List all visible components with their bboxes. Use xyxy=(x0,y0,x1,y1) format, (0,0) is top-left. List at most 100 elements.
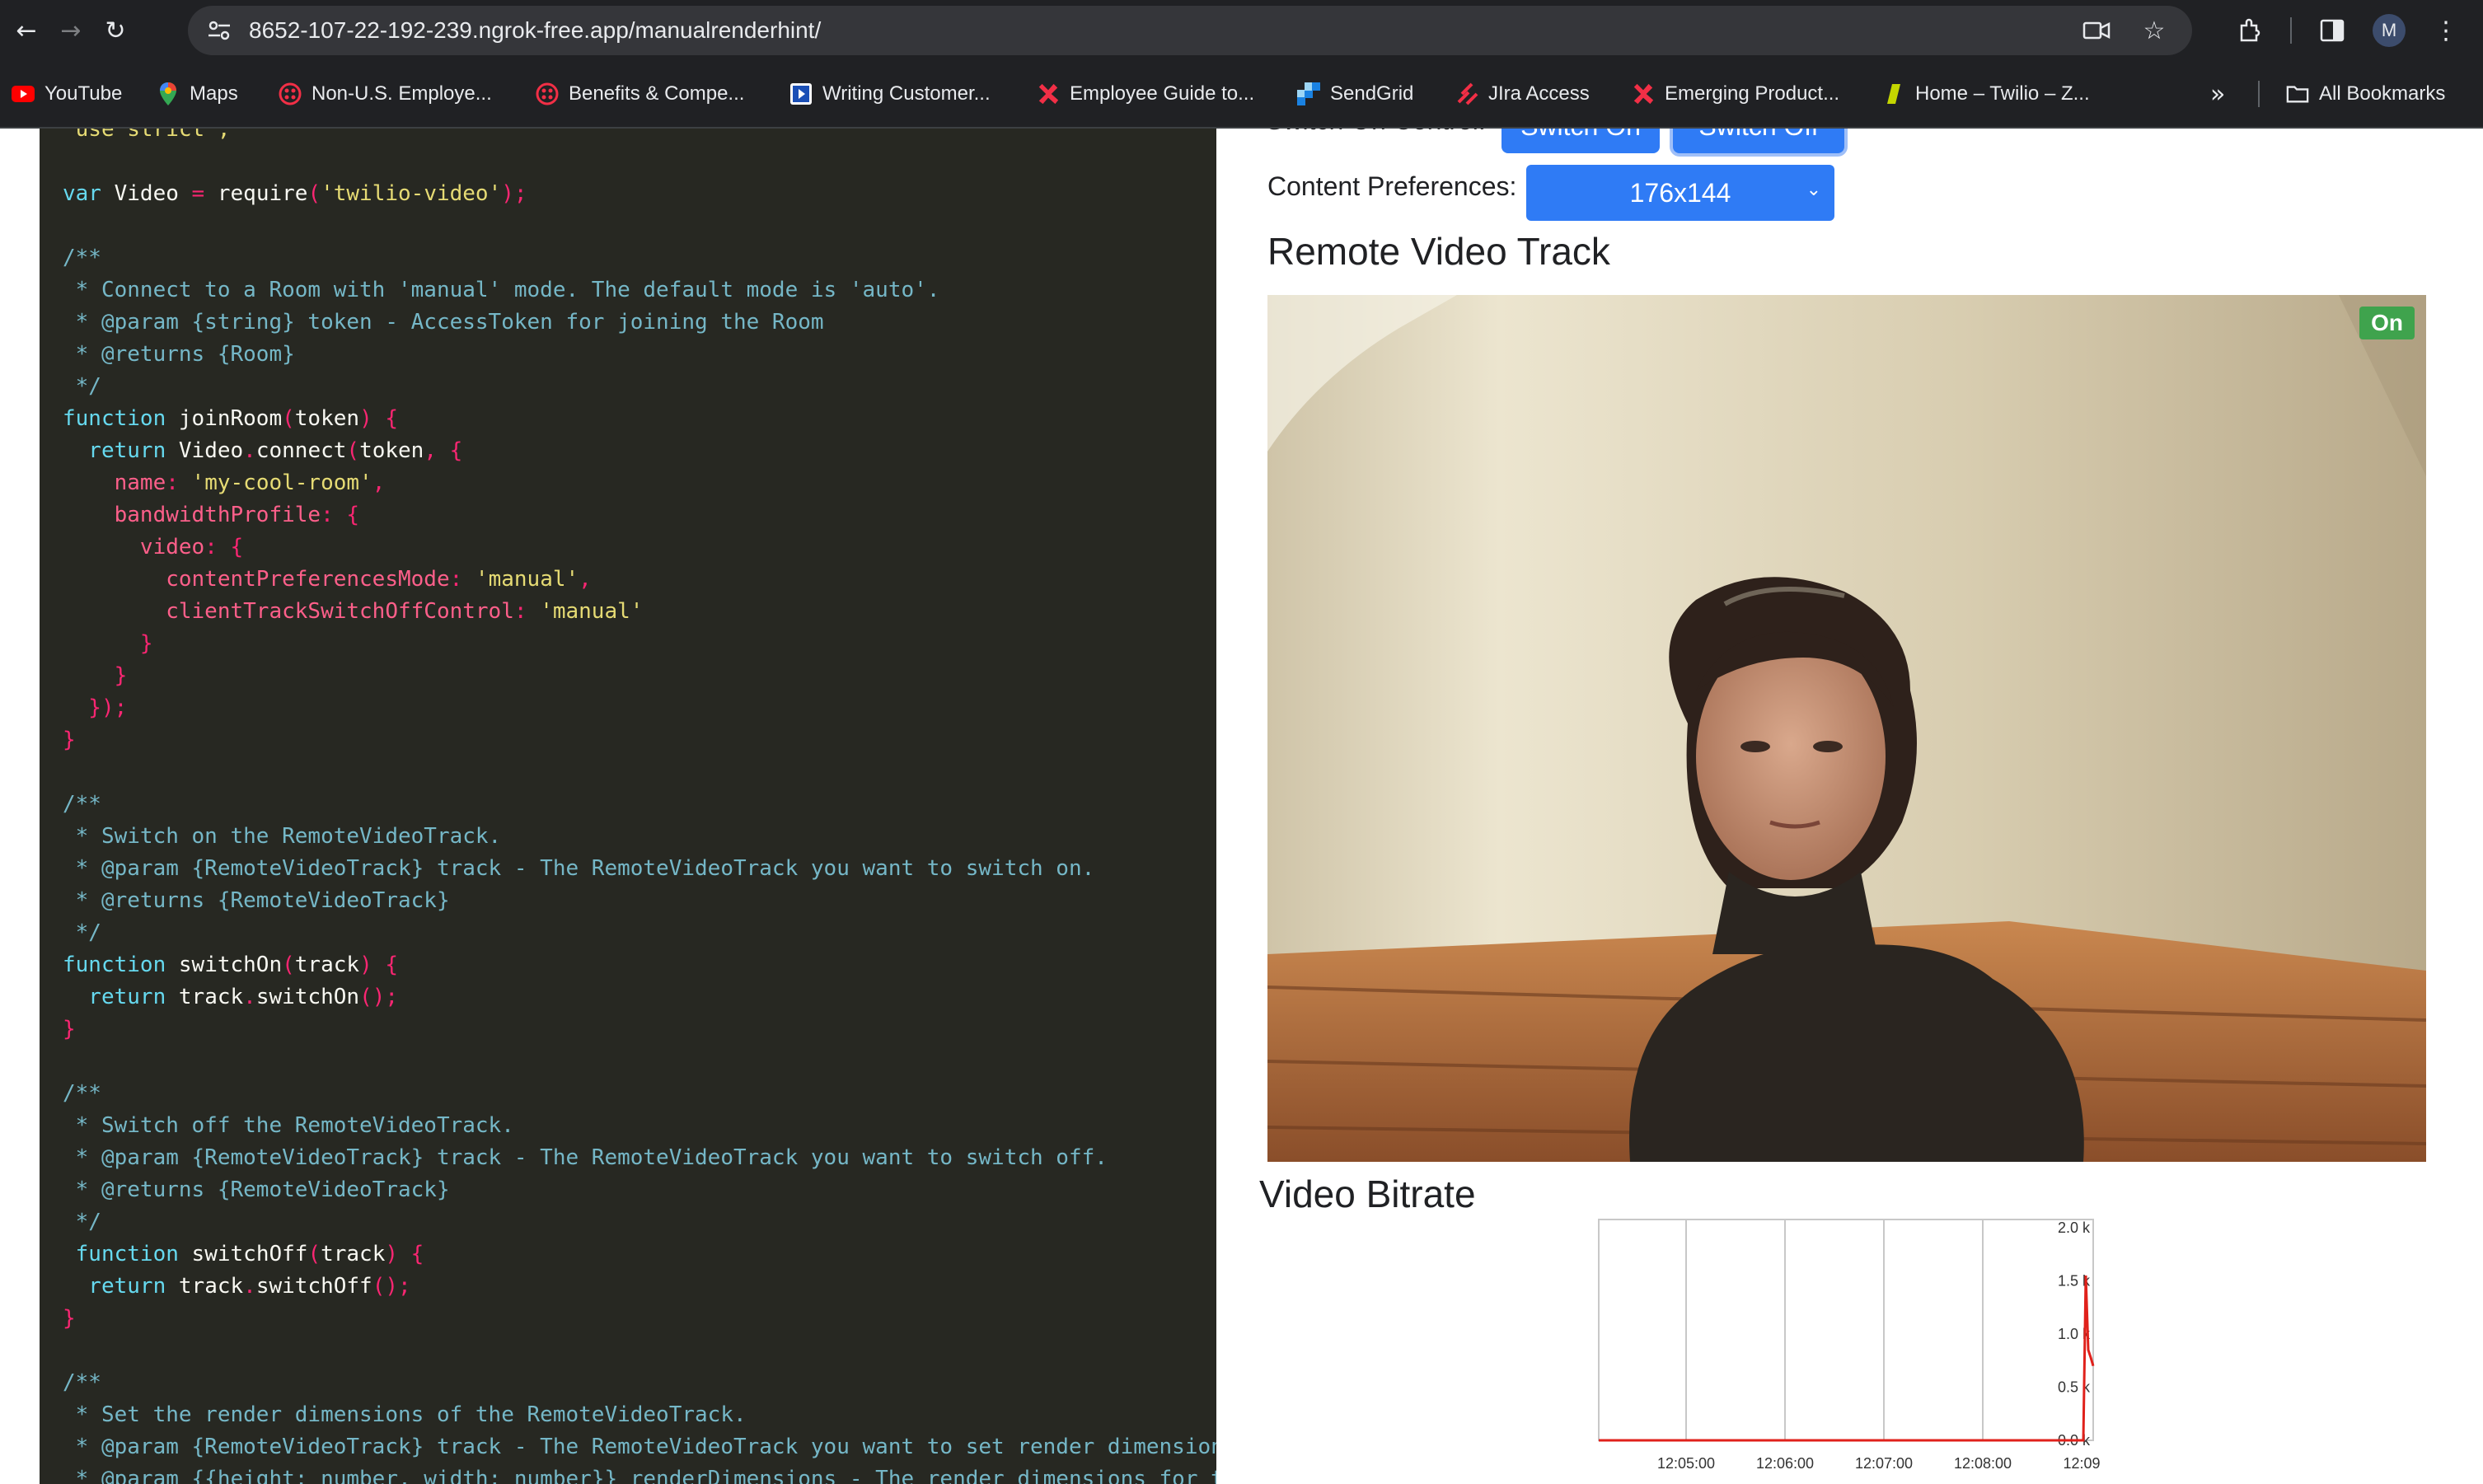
code-token: * @param {RemoteVideoTrack} track - The … xyxy=(63,1145,1108,1170)
bookmark-jira-access[interactable]: JIra Access xyxy=(1455,61,1590,127)
url-text[interactable]: 8652-107-22-192-239.ngrok-free.app/manua… xyxy=(249,17,821,44)
chart-x-tick-label: 12:07:00 xyxy=(1855,1455,1913,1472)
twilio-x-icon xyxy=(1632,82,1655,105)
reload-icon[interactable]: ↻ xyxy=(97,12,134,49)
code-token: * @returns {RemoteVideoTrack} xyxy=(63,1177,450,1202)
folder-icon xyxy=(2286,82,2309,105)
code-line: * @param {RemoteVideoTrack} track - The … xyxy=(63,1142,1108,1174)
bookmark-emerging-product[interactable]: Emerging Product... xyxy=(1632,61,1839,127)
code-token: * Connect to a Room with 'manual' mode. … xyxy=(63,278,940,302)
code-token: = xyxy=(191,181,218,206)
more-bookmarks-chevron-icon[interactable]: » xyxy=(2210,61,2225,127)
page-content: 'use strict'; var Video = require('twilio… xyxy=(0,129,2483,1484)
browser-toolbar: ← → ↻ 8652-107-22-192-239.ngrok-free.app… xyxy=(0,0,2483,61)
bookmarks-divider xyxy=(2258,81,2260,107)
code-token: switchOn xyxy=(178,953,283,977)
code-token: * Set the render dimensions of the Remot… xyxy=(63,1402,747,1427)
code-token: video xyxy=(63,535,205,559)
bookmark-home-twilio[interactable]: Home – Twilio – Z... xyxy=(1882,61,2090,127)
code-token: */ xyxy=(63,1210,101,1234)
side-panel-icon[interactable] xyxy=(2313,12,2351,49)
bookmark-writing-customer[interactable]: Writing Customer... xyxy=(789,61,991,127)
code-token: , { xyxy=(424,438,463,463)
code-token: var xyxy=(63,181,115,206)
more-menu-icon[interactable]: ⋮ xyxy=(2427,12,2465,49)
code-token: function xyxy=(63,953,179,977)
switch-on-button[interactable]: Switch On xyxy=(1502,129,1660,153)
target-icon xyxy=(536,82,559,105)
code-line: /** xyxy=(63,1078,101,1110)
switch-off-button[interactable]: Switch Off xyxy=(1673,129,1844,153)
code-token: ) { xyxy=(359,953,399,977)
code-token: */ xyxy=(63,920,101,945)
code-token: * @param {RemoteVideoTrack} track - The … xyxy=(63,856,1095,881)
code-token: switchOff xyxy=(191,1242,308,1266)
code-token: return xyxy=(63,1274,179,1299)
code-token: }); xyxy=(63,695,128,720)
twilio-x-icon xyxy=(1037,82,1060,105)
toolbar-divider xyxy=(2290,17,2292,44)
code-token: * @returns {RemoteVideoTrack} xyxy=(63,888,450,913)
chart-grid xyxy=(1598,1219,2094,1441)
code-token: token xyxy=(359,438,424,463)
bookmark-label: Emerging Product... xyxy=(1665,82,1840,105)
bookmarks-bar: YouTube Maps Non-U.S. Employe... Benefit… xyxy=(0,61,2483,129)
zendesk-icon xyxy=(1882,82,1905,105)
code-token: } xyxy=(63,663,128,688)
code-line: * Switch off the RemoteVideoTrack. xyxy=(63,1110,514,1142)
code-token: 'twilio-video' xyxy=(321,181,502,206)
profile-avatar[interactable]: M xyxy=(2373,14,2406,47)
target-icon xyxy=(279,82,302,105)
code-token: (); xyxy=(359,985,399,1009)
code-token: switchOn xyxy=(255,985,360,1009)
bookmark-benefits[interactable]: Benefits & Compe... xyxy=(536,61,744,127)
extensions-icon[interactable] xyxy=(2231,12,2269,49)
code-token: ( xyxy=(307,181,321,206)
back-icon[interactable]: ← xyxy=(8,12,45,49)
bookmark-label: Non-U.S. Employe... xyxy=(312,82,492,105)
chevron-down-icon: ⌄ xyxy=(1806,180,1821,200)
code-token: 'manual' xyxy=(540,599,644,624)
code-line: 'use strict'; xyxy=(63,129,231,146)
code-token: ( xyxy=(307,1242,321,1266)
bookmark-star-icon[interactable]: ☆ xyxy=(2136,12,2172,49)
code-line: clientTrackSwitchOffControl: 'manual' xyxy=(63,596,643,628)
chart-y-tick-label: 0.5 k xyxy=(2058,1379,2091,1396)
bookmark-maps[interactable]: Maps xyxy=(157,61,238,127)
code-line: return Video.connect(token, { xyxy=(63,435,462,467)
code-token: * Switch off the RemoteVideoTrack. xyxy=(63,1113,514,1138)
code-token: . xyxy=(243,985,256,1009)
youtube-icon xyxy=(12,82,35,105)
code-token: (); xyxy=(372,1274,411,1299)
code-token: function xyxy=(63,1242,192,1266)
bookmark-sendgrid[interactable]: SendGrid xyxy=(1297,61,1413,127)
address-bar[interactable]: 8652-107-22-192-239.ngrok-free.app/manua… xyxy=(188,6,2192,55)
code-token: * @returns {Room} xyxy=(63,342,295,367)
bookmark-label: Employee Guide to... xyxy=(1070,82,1255,105)
forward-icon[interactable]: → xyxy=(53,12,89,49)
code-token: ( xyxy=(282,953,295,977)
code-token: clientTrackSwitchOffControl xyxy=(63,599,514,624)
bookmark-youtube[interactable]: YouTube xyxy=(12,61,122,127)
code-token: * @param {RemoteVideoTrack} track - The … xyxy=(63,1435,1216,1459)
code-token: 'use strict'; xyxy=(63,129,231,142)
bookmark-label: SendGrid xyxy=(1330,82,1414,105)
chart-y-tick-label: 2.0 k xyxy=(2058,1220,2091,1236)
code-token: contentPreferencesMode xyxy=(63,567,450,592)
bookmark-non-us-employee[interactable]: Non-U.S. Employe... xyxy=(279,61,492,127)
code-line: * @returns {RemoteVideoTrack} xyxy=(63,1174,450,1206)
sendgrid-icon xyxy=(1297,82,1320,105)
code-token: : xyxy=(513,599,541,624)
code-token: , xyxy=(579,567,592,592)
code-token: /** xyxy=(63,792,101,817)
remote-video-track-title: Remote Video Track xyxy=(1267,230,1610,273)
code-token: Video xyxy=(114,181,192,206)
bookmark-employee-guide[interactable]: Employee Guide to... xyxy=(1037,61,1254,127)
all-bookmarks-button[interactable]: All Bookmarks xyxy=(2286,61,2445,127)
code-line: }); xyxy=(63,692,127,724)
site-info-icon[interactable] xyxy=(201,12,237,49)
camera-in-use-icon[interactable] xyxy=(2078,12,2115,49)
remote-video[interactable]: On xyxy=(1267,295,2426,1162)
content-preferences-select[interactable]: 176x144 ⌄ xyxy=(1526,165,1834,221)
bookmark-label: Home – Twilio – Z... xyxy=(1915,82,2090,105)
